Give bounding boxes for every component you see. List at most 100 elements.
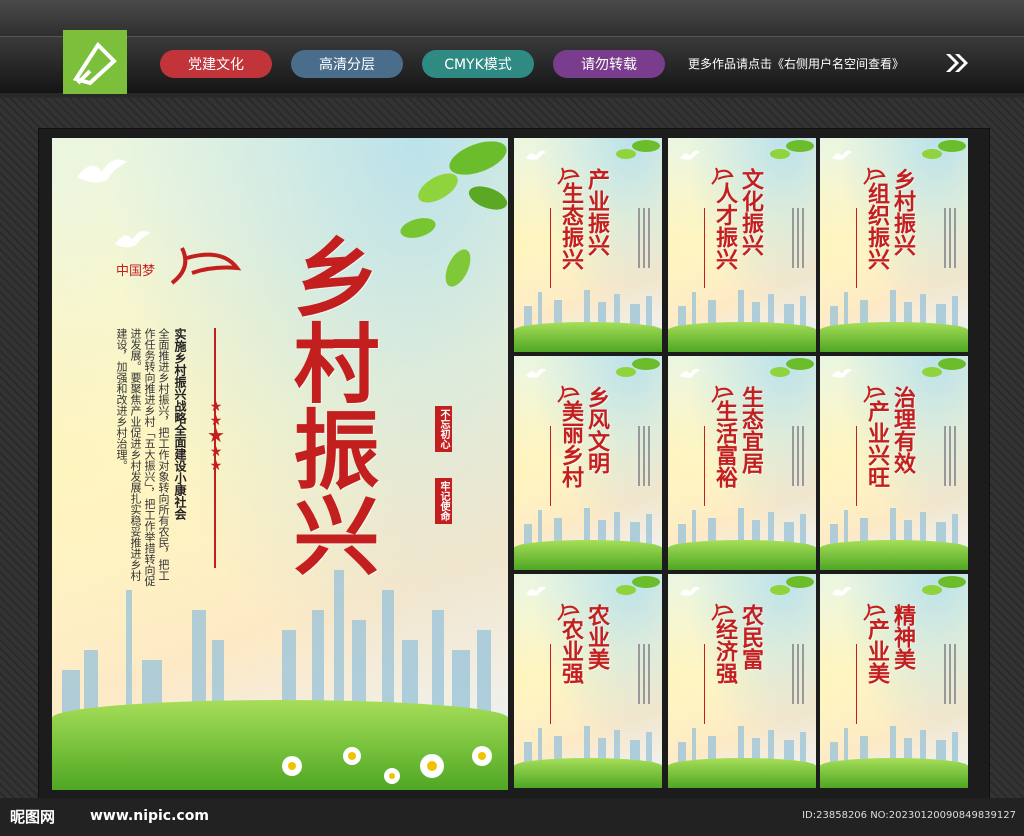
divider-line xyxy=(690,426,705,506)
body-text-lines xyxy=(636,208,652,268)
pill-label: 党建文化 xyxy=(188,57,244,73)
pill-label: 请勿转载 xyxy=(581,57,637,73)
small-poster: 乡风文明 美丽乡村 xyxy=(514,356,662,570)
dove-icon xyxy=(680,368,700,378)
pill-label: 高清分层 xyxy=(319,57,375,73)
poster-title-line1: 治理有效 xyxy=(890,386,916,474)
site-url[interactable]: www.nipic.com xyxy=(90,808,209,824)
divider-line xyxy=(842,208,857,288)
city-skyline-icon xyxy=(62,570,491,720)
main-body-text: 全面推进乡村振兴，把工作对象转向所有农民，把工作任务转向推进乡村「五大振兴」，把… xyxy=(115,328,170,587)
dove-icon xyxy=(77,159,127,183)
logo-text: 中国梦 xyxy=(116,264,156,279)
leaves-icon xyxy=(770,140,814,159)
city-skyline-icon xyxy=(830,290,958,326)
dove-icon xyxy=(832,586,852,596)
small-poster: 乡村振兴 组织振兴 xyxy=(820,138,968,352)
leaves-icon xyxy=(922,140,966,159)
poster-title-line1: 乡村振兴 xyxy=(890,168,916,256)
grass-field xyxy=(668,322,816,352)
small-poster: 治理有效 产业兴旺 xyxy=(820,356,968,570)
body-text-lines xyxy=(790,208,806,268)
poster-title-line1: 生态宜居 xyxy=(738,386,764,474)
more-works-note[interactable]: 更多作品请点击《右侧用户名空间查看》 xyxy=(688,55,904,72)
leaves-icon xyxy=(616,576,660,595)
poster-title-line1: 农民富 xyxy=(738,604,764,670)
main-subtitle: 实施乡村振兴战略全面建设小康社会 xyxy=(173,328,187,520)
divider-line xyxy=(842,426,857,506)
top-banner: 党建文化 高清分层 CMYK模式 请勿转载 更多作品请点击《右侧用户名空间查看》 xyxy=(0,0,1024,98)
grass-field xyxy=(668,758,816,788)
grass-field xyxy=(820,540,968,570)
city-skyline-icon xyxy=(524,726,652,762)
slogan-tag: 牢记使命 xyxy=(435,478,452,524)
grass-field xyxy=(514,540,662,570)
city-skyline-icon xyxy=(830,726,958,762)
leaves-icon xyxy=(616,358,660,377)
poster-title-line1: 精神美 xyxy=(890,604,916,670)
dove-icon xyxy=(526,586,546,596)
brand-watermark: 昵图网 xyxy=(10,808,56,826)
poster-title-line1: 农业美 xyxy=(584,604,610,670)
divider-line xyxy=(536,426,551,506)
daisy-flowers-icon xyxy=(282,746,492,784)
pill-label: CMYK模式 xyxy=(444,57,512,73)
body-text-lines xyxy=(942,426,958,486)
small-poster: 农民富 经济强 xyxy=(668,574,816,788)
body-text-lines xyxy=(790,644,806,704)
leaves-icon xyxy=(400,141,508,287)
watermark-footer: 昵图网 www.nipic.com ID:23858206 NO:2023012… xyxy=(0,798,1024,836)
body-text-lines xyxy=(790,426,806,486)
pill-no-repost[interactable]: 请勿转载 xyxy=(553,50,665,78)
body-text-lines xyxy=(636,644,652,704)
divider-line xyxy=(690,208,705,288)
dove-icon xyxy=(680,150,700,160)
leaves-icon xyxy=(922,358,966,377)
double-arrow-icon[interactable] xyxy=(944,52,970,78)
dove-icon xyxy=(680,586,700,596)
body-text-lines xyxy=(942,208,958,268)
body-text-lines xyxy=(636,426,652,486)
stars-icon: ★ ★ ★ ★ ★ xyxy=(207,399,225,474)
leaves-icon xyxy=(922,576,966,595)
body-text-lines xyxy=(942,644,958,704)
grass-field xyxy=(820,322,968,352)
poster-title-line1: 乡风文明 xyxy=(584,386,610,474)
dove-icon xyxy=(832,368,852,378)
grass-field xyxy=(820,758,968,788)
leaves-icon xyxy=(770,358,814,377)
main-poster: 中国梦 乡村振兴 ★ ★ ★ ★ ★ 实施乡村振兴战略全面建设小康社会 全面推进乡村振兴… xyxy=(52,138,508,790)
poster-title-line1: 文化振兴 xyxy=(738,168,764,256)
divider-line xyxy=(536,644,551,724)
small-poster: 文化振兴 人才振兴 xyxy=(668,138,816,352)
dove-icon xyxy=(526,368,546,378)
dove-icon xyxy=(832,150,852,160)
small-poster: 农业美 农业强 xyxy=(514,574,662,788)
poster-title-line1: 产业振兴 xyxy=(584,168,610,256)
city-skyline-icon xyxy=(678,290,806,326)
city-skyline-icon xyxy=(830,508,958,544)
divider-line xyxy=(842,644,857,724)
small-poster: 产业振兴 生态振兴 xyxy=(514,138,662,352)
small-poster: 精神美 产业美 xyxy=(820,574,968,788)
city-skyline-icon xyxy=(678,508,806,544)
pill-cmyk[interactable]: CMYK模式 xyxy=(422,50,534,78)
grass-field xyxy=(514,322,662,352)
divider-line xyxy=(690,644,705,724)
pill-party-culture[interactable]: 党建文化 xyxy=(160,50,272,78)
divider-line xyxy=(536,208,551,288)
pill-hd-layers[interactable]: 高清分层 xyxy=(291,50,403,78)
china-dream-logo: 中国梦 xyxy=(112,238,242,288)
city-skyline-icon xyxy=(678,726,806,762)
dove-icon xyxy=(526,150,546,160)
leaves-icon xyxy=(770,576,814,595)
city-skyline-icon xyxy=(524,290,652,326)
image-id: ID:23858206 NO:20230120090849839127 xyxy=(802,810,1016,821)
leaves-icon xyxy=(616,140,660,159)
grass-field xyxy=(668,540,816,570)
slogan-tag: 不忘初心 xyxy=(435,406,452,452)
small-poster: 生态宜居 生活富裕 xyxy=(668,356,816,570)
site-logo-icon[interactable] xyxy=(63,30,127,94)
grass-field xyxy=(514,758,662,788)
city-skyline-icon xyxy=(524,508,652,544)
